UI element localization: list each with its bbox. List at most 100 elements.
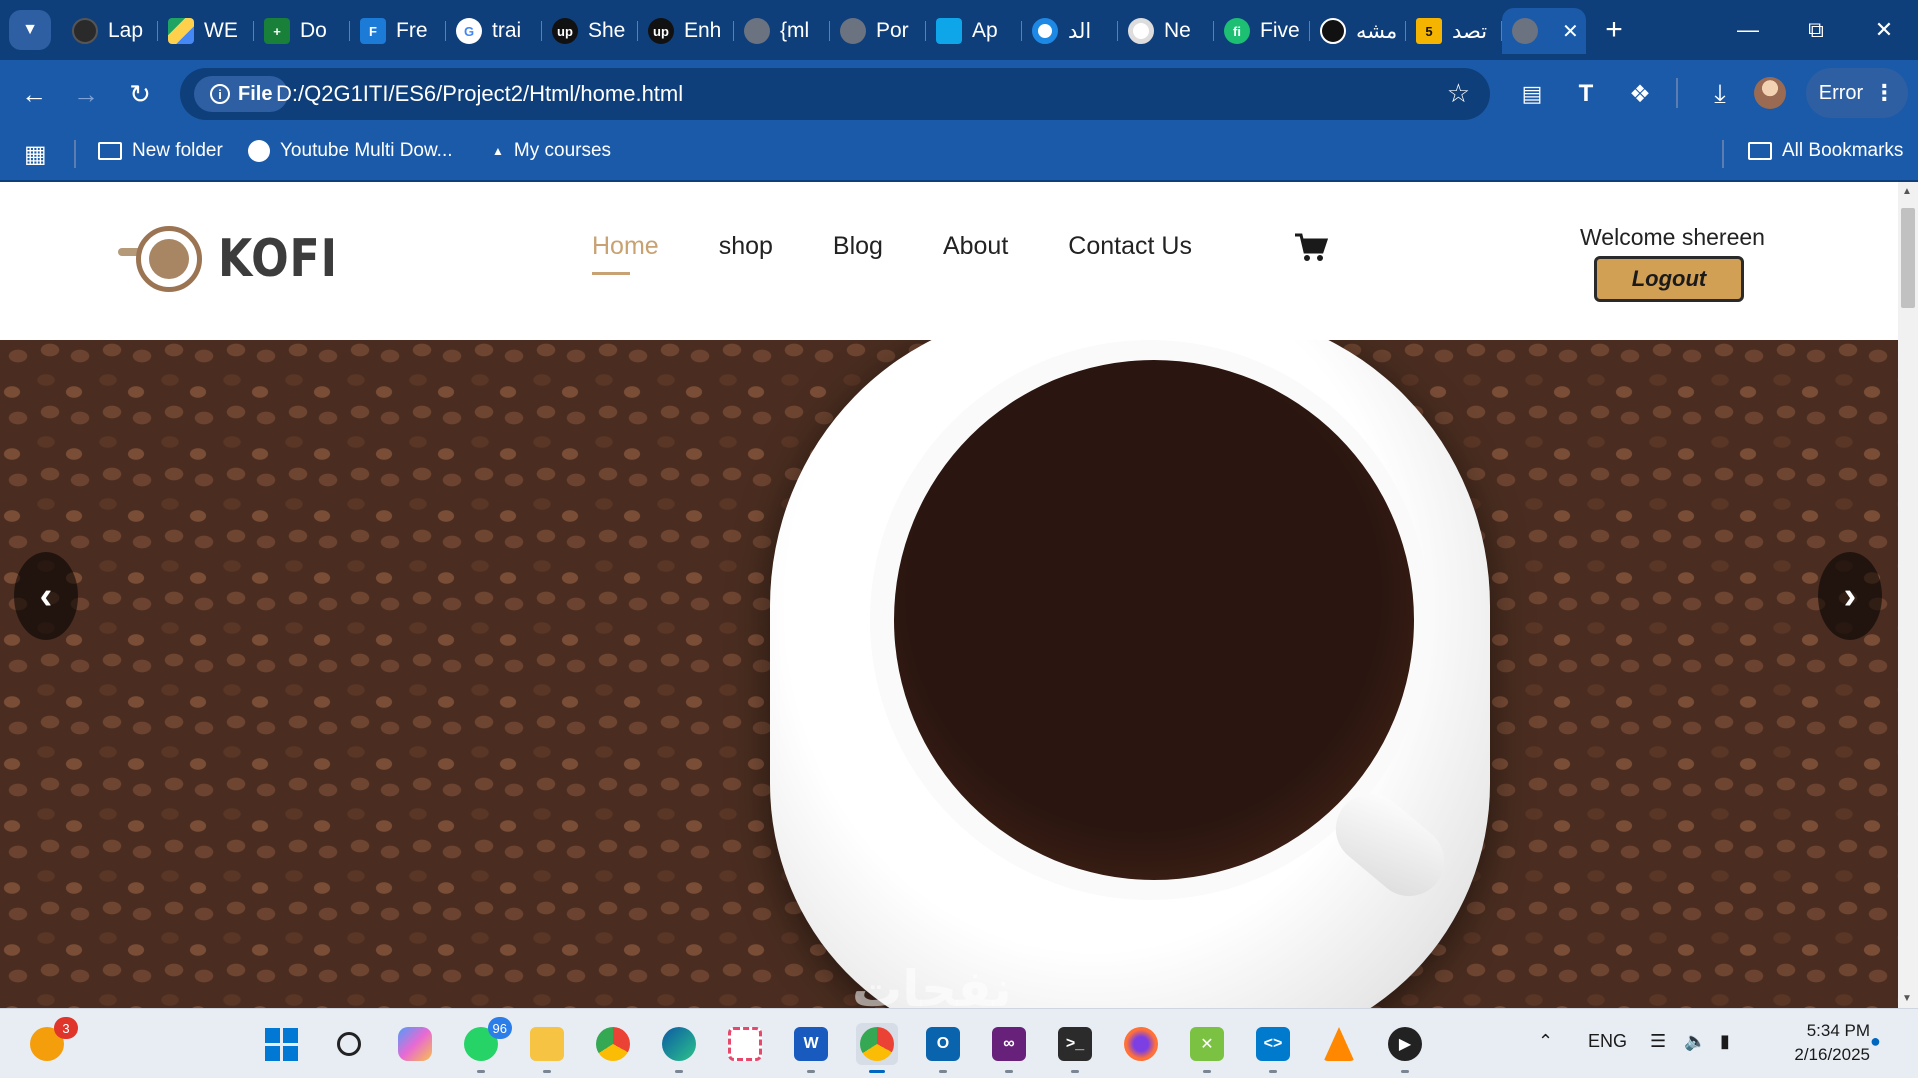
- new-tab-button[interactable]: +: [1594, 12, 1634, 48]
- media-player-app[interactable]: ▶: [1384, 1023, 1426, 1073]
- system-clock[interactable]: 5:34 PM 2/16/2025: [1770, 1019, 1870, 1067]
- terminal-icon: >_: [1058, 1027, 1092, 1061]
- browser-tab[interactable]: مشه: [1310, 8, 1406, 54]
- all-bookmarks-button[interactable]: All Bookmarks: [1748, 140, 1903, 162]
- bookmarks-divider: [1722, 140, 1724, 168]
- vlc-app[interactable]: [1318, 1023, 1360, 1065]
- visual-studio-app[interactable]: ∞: [988, 1023, 1030, 1073]
- tab-search-button[interactable]: ▼: [9, 10, 51, 50]
- scroll-thumb[interactable]: [1901, 208, 1915, 308]
- vscode-icon: <>: [1256, 1027, 1290, 1061]
- circle-icon: [1032, 18, 1058, 44]
- restore-button[interactable]: ⧉: [1786, 8, 1846, 52]
- nav-home[interactable]: Home: [592, 232, 659, 275]
- browser-tab[interactable]: {ml: [734, 8, 830, 54]
- nav-shop[interactable]: shop: [719, 232, 773, 261]
- windows-taskbar: 3 96 W O ∞ >_ ✕ <> ▶ ⌃ ENG ☰ 🔈 ▮ 5:34 PM…: [0, 1008, 1918, 1078]
- shopping-cart-icon[interactable]: [1294, 232, 1328, 262]
- site-info-button[interactable]: i File: [194, 76, 289, 112]
- browser-tab[interactable]: + Do: [254, 8, 350, 54]
- browser-tab[interactable]: F Fre: [350, 8, 446, 54]
- logout-button[interactable]: Logout: [1594, 256, 1744, 302]
- profile-avatar[interactable]: [1754, 77, 1786, 109]
- welcome-message: Welcome shereen: [1580, 224, 1765, 250]
- terminal-app[interactable]: >_: [1054, 1023, 1096, 1073]
- browser-tab[interactable]: 5 تصد: [1406, 8, 1502, 54]
- page-scrollbar[interactable]: ▲ ▼: [1898, 182, 1918, 1008]
- back-button[interactable]: ←: [14, 74, 54, 114]
- browser-tab[interactable]: الد: [1022, 8, 1118, 54]
- bookmark-youtube-downloader[interactable]: Youtube Multi Dow...: [248, 140, 453, 162]
- browser-tab[interactable]: up She: [542, 8, 638, 54]
- forward-button[interactable]: →: [66, 74, 106, 114]
- windows-logo-icon: [264, 1027, 298, 1061]
- browser-toolbar: ← → ↻ i File D:/Q2G1ITI/ES6/Project2/Htm…: [0, 60, 1918, 126]
- bookmark-star-icon[interactable]: ☆: [1447, 78, 1470, 109]
- firefox-app[interactable]: [1120, 1023, 1162, 1065]
- fiverr-icon: fi: [1224, 18, 1250, 44]
- freecodecamp-icon: F: [360, 18, 386, 44]
- reload-button[interactable]: ↻: [120, 74, 160, 114]
- scroll-up-icon[interactable]: ▲: [1902, 186, 1912, 197]
- nav-contact-us[interactable]: Contact Us: [1068, 232, 1192, 261]
- globe-icon: [840, 18, 866, 44]
- search-button[interactable]: [328, 1023, 370, 1065]
- sheets-icon: +: [264, 18, 290, 44]
- whatsapp-app[interactable]: 96: [460, 1017, 512, 1073]
- word-app[interactable]: W: [790, 1023, 832, 1073]
- text-tool-icon[interactable]: T: [1566, 74, 1606, 114]
- apps-grid-icon[interactable]: ▦: [24, 140, 47, 169]
- chrome-icon: [860, 1027, 894, 1061]
- browser-tab[interactable]: fi Five: [1214, 8, 1310, 54]
- close-tab-icon[interactable]: ✕: [1562, 19, 1579, 44]
- copilot-app[interactable]: [394, 1023, 436, 1065]
- chrome-icon: [596, 1027, 630, 1061]
- translate-icon[interactable]: ▤: [1512, 74, 1552, 114]
- bookmark-my-courses[interactable]: ▲ My courses: [492, 140, 611, 162]
- profile-error-button[interactable]: Error ⋮: [1806, 68, 1908, 118]
- nav-about[interactable]: About: [943, 232, 1008, 261]
- clock-time: 5:34 PM: [1806, 1021, 1870, 1040]
- browser-tab[interactable]: WE: [158, 8, 254, 54]
- site-logo[interactable]: KOFI: [118, 226, 359, 292]
- carousel-prev-button[interactable]: ‹: [14, 552, 78, 640]
- browser-tab[interactable]: Ap: [926, 8, 1022, 54]
- battery-icon[interactable]: ▮: [1720, 1031, 1730, 1052]
- vscode-app[interactable]: <>: [1252, 1023, 1294, 1073]
- chrome-app[interactable]: [592, 1023, 634, 1065]
- active-browser-tab[interactable]: ✕: [1502, 8, 1586, 54]
- weather-widget[interactable]: 3: [26, 1017, 78, 1065]
- browser-tab[interactable]: Por: [830, 8, 926, 54]
- file-explorer-app[interactable]: [526, 1023, 568, 1073]
- scroll-down-icon[interactable]: ▼: [1902, 993, 1912, 1004]
- bookmark-new-folder[interactable]: New folder: [98, 140, 223, 162]
- download-icon[interactable]: ⤓: [1700, 74, 1740, 114]
- snipping-tool-app[interactable]: [724, 1023, 766, 1065]
- start-button[interactable]: [260, 1023, 302, 1065]
- tools-app[interactable]: ✕: [1186, 1023, 1228, 1073]
- edge-app[interactable]: [658, 1023, 700, 1073]
- browser-tab[interactable]: Lap: [62, 8, 158, 54]
- bookmarks-divider: [74, 140, 76, 168]
- browser-tab[interactable]: up Enh: [638, 8, 734, 54]
- volume-icon[interactable]: 🔈: [1684, 1031, 1706, 1052]
- folder-icon: [530, 1027, 564, 1061]
- extensions-icon[interactable]: ❖: [1620, 74, 1660, 114]
- chevron-down-icon: ▼: [22, 21, 38, 38]
- carousel-next-button[interactable]: ›: [1818, 552, 1882, 640]
- browser-tab[interactable]: Ne: [1118, 8, 1214, 54]
- main-nav: Home shop Blog About Contact Us: [592, 232, 1192, 275]
- close-window-button[interactable]: ✕: [1854, 8, 1914, 52]
- address-bar[interactable]: i File D:/Q2G1ITI/ES6/Project2/Html/home…: [180, 68, 1490, 120]
- language-indicator[interactable]: ENG: [1588, 1031, 1627, 1052]
- outlook-app[interactable]: O: [922, 1023, 964, 1073]
- minimize-button[interactable]: —: [1718, 8, 1778, 52]
- openai-icon: [1320, 18, 1346, 44]
- wifi-icon[interactable]: ☰: [1650, 1031, 1666, 1052]
- chevron-up-icon[interactable]: ⌃: [1538, 1031, 1553, 1052]
- browser-tab[interactable]: Gtrai: [446, 8, 542, 54]
- notification-bell-icon[interactable]: ●: [1870, 1031, 1881, 1052]
- url-text[interactable]: D:/Q2G1ITI/ES6/Project2/Html/home.html: [276, 81, 683, 107]
- nav-blog[interactable]: Blog: [833, 232, 883, 261]
- chrome-profile-app[interactable]: [856, 1023, 898, 1073]
